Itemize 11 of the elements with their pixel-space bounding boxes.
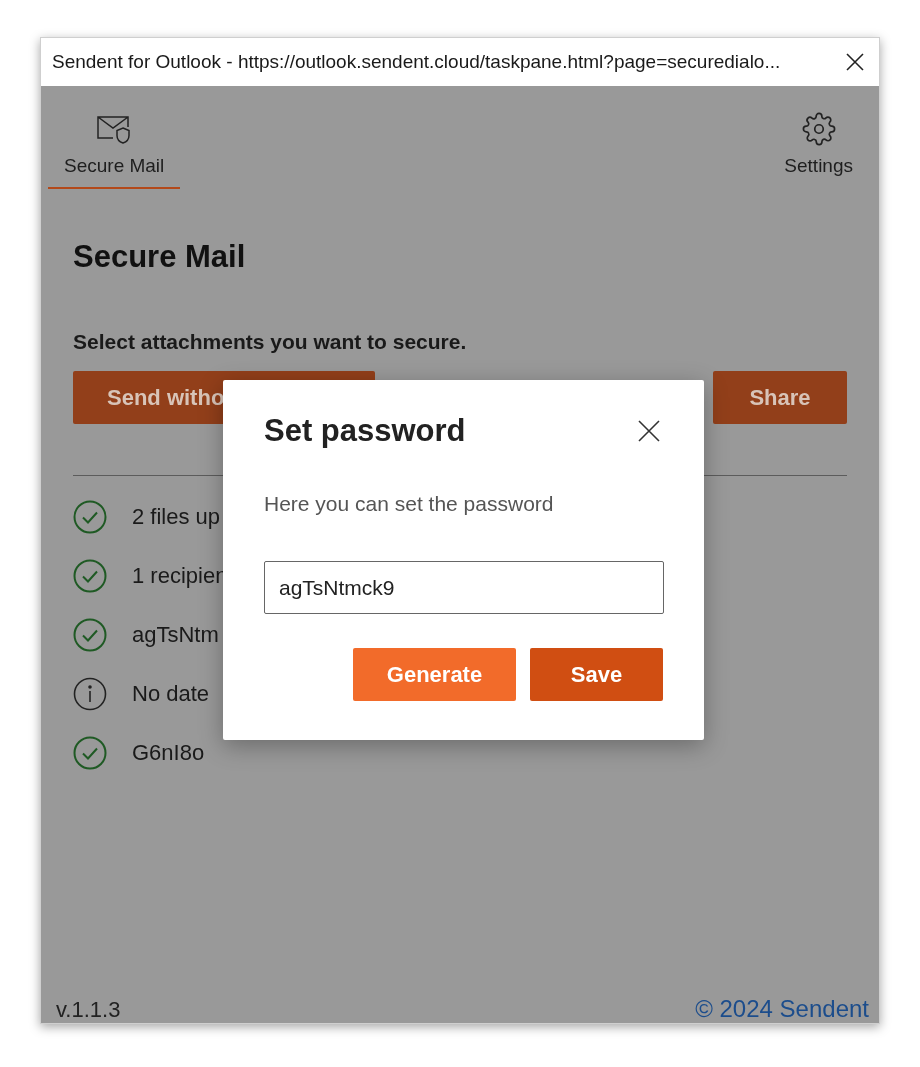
- dialog-description: Here you can set the password: [264, 491, 555, 517]
- status-text: 2 files up: [132, 503, 221, 531]
- status-text: No date: [132, 680, 210, 708]
- copyright-text: © 2024 Sendent: [695, 996, 869, 1022]
- status-text: G6nI8o: [132, 739, 205, 767]
- status-text: agTsNtm: [132, 621, 219, 649]
- page-heading: Secure Mail: [73, 238, 247, 275]
- instruction-text: Select attachments you want to secure.: [73, 328, 468, 355]
- dialog-title: Set password: [264, 412, 466, 450]
- window-title: Sendent for Outlook - https://outlook.sendent.cloud/taskpane.html?page=securedialo...: [52, 49, 781, 74]
- version-label: v.1.1.3: [56, 998, 121, 1022]
